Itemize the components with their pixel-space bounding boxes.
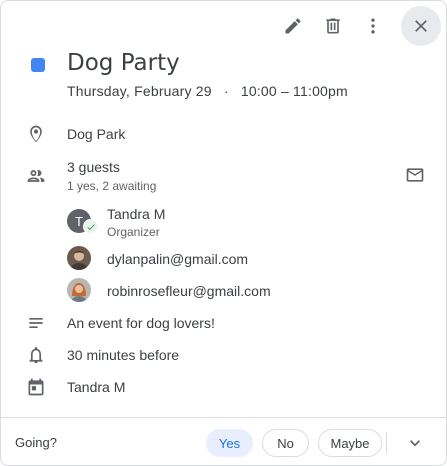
datetime-separator: · <box>223 83 229 99</box>
footer-divider <box>386 432 387 454</box>
close-icon <box>415 20 427 32</box>
event-color-indicator <box>31 58 45 72</box>
rsvp-footer: Going? Yes No Maybe <box>1 417 446 465</box>
rsvp-maybe-button[interactable]: Maybe <box>318 429 382 457</box>
pencil-icon <box>285 18 301 34</box>
event-date: Thursday, February 29 <box>67 83 212 99</box>
event-time: 10:00 – 11:00pm <box>240 83 348 99</box>
guests-count: 3 guests <box>67 159 120 175</box>
rsvp-yes-button[interactable]: Yes <box>206 429 253 457</box>
chevron-down-icon <box>410 440 420 447</box>
close-button[interactable] <box>401 6 441 46</box>
rsvp-more-button[interactable] <box>395 423 435 463</box>
mail-icon <box>406 168 424 182</box>
guests-summary: 1 yes, 2 awaiting <box>67 179 157 193</box>
guest-email[interactable]: dylanpalin@gmail.com <box>107 251 248 267</box>
event-location[interactable]: Dog Park <box>67 126 125 142</box>
email-guests-button[interactable] <box>395 155 435 195</box>
event-title: Dog Party <box>67 50 180 76</box>
more-options-button[interactable] <box>353 6 393 46</box>
guest-avatar-photo <box>67 246 91 270</box>
description-icon <box>26 313 46 333</box>
calendar-owner: Tandra M <box>67 379 126 395</box>
edit-button[interactable] <box>273 6 313 46</box>
event-datetime: Thursday, February 29 · 10:00 – 11:00pm <box>67 83 348 99</box>
guest-role: Organizer <box>107 225 160 239</box>
event-reminder: 30 minutes before <box>67 347 180 363</box>
event-description: An event for dog lovers! <box>67 315 215 331</box>
guest-avatar-photo <box>67 278 91 302</box>
accepted-check-icon <box>83 219 98 234</box>
rsvp-no-button[interactable]: No <box>262 429 309 457</box>
location-icon <box>26 124 46 144</box>
event-details-card: Dog Party Thursday, February 29 · 10:00 … <box>0 0 447 466</box>
calendar-icon <box>26 377 46 397</box>
bell-icon <box>26 345 46 365</box>
guest-email[interactable]: robinrosefleur@gmail.com <box>107 283 271 299</box>
delete-button[interactable] <box>313 6 353 46</box>
avatar-initial: T <box>75 213 83 229</box>
more-vert-icon <box>371 18 375 34</box>
guest-name[interactable]: Tandra M <box>107 206 165 222</box>
rsvp-prompt: Going? <box>15 435 57 450</box>
trash-icon <box>326 18 340 34</box>
guests-icon <box>26 166 46 186</box>
